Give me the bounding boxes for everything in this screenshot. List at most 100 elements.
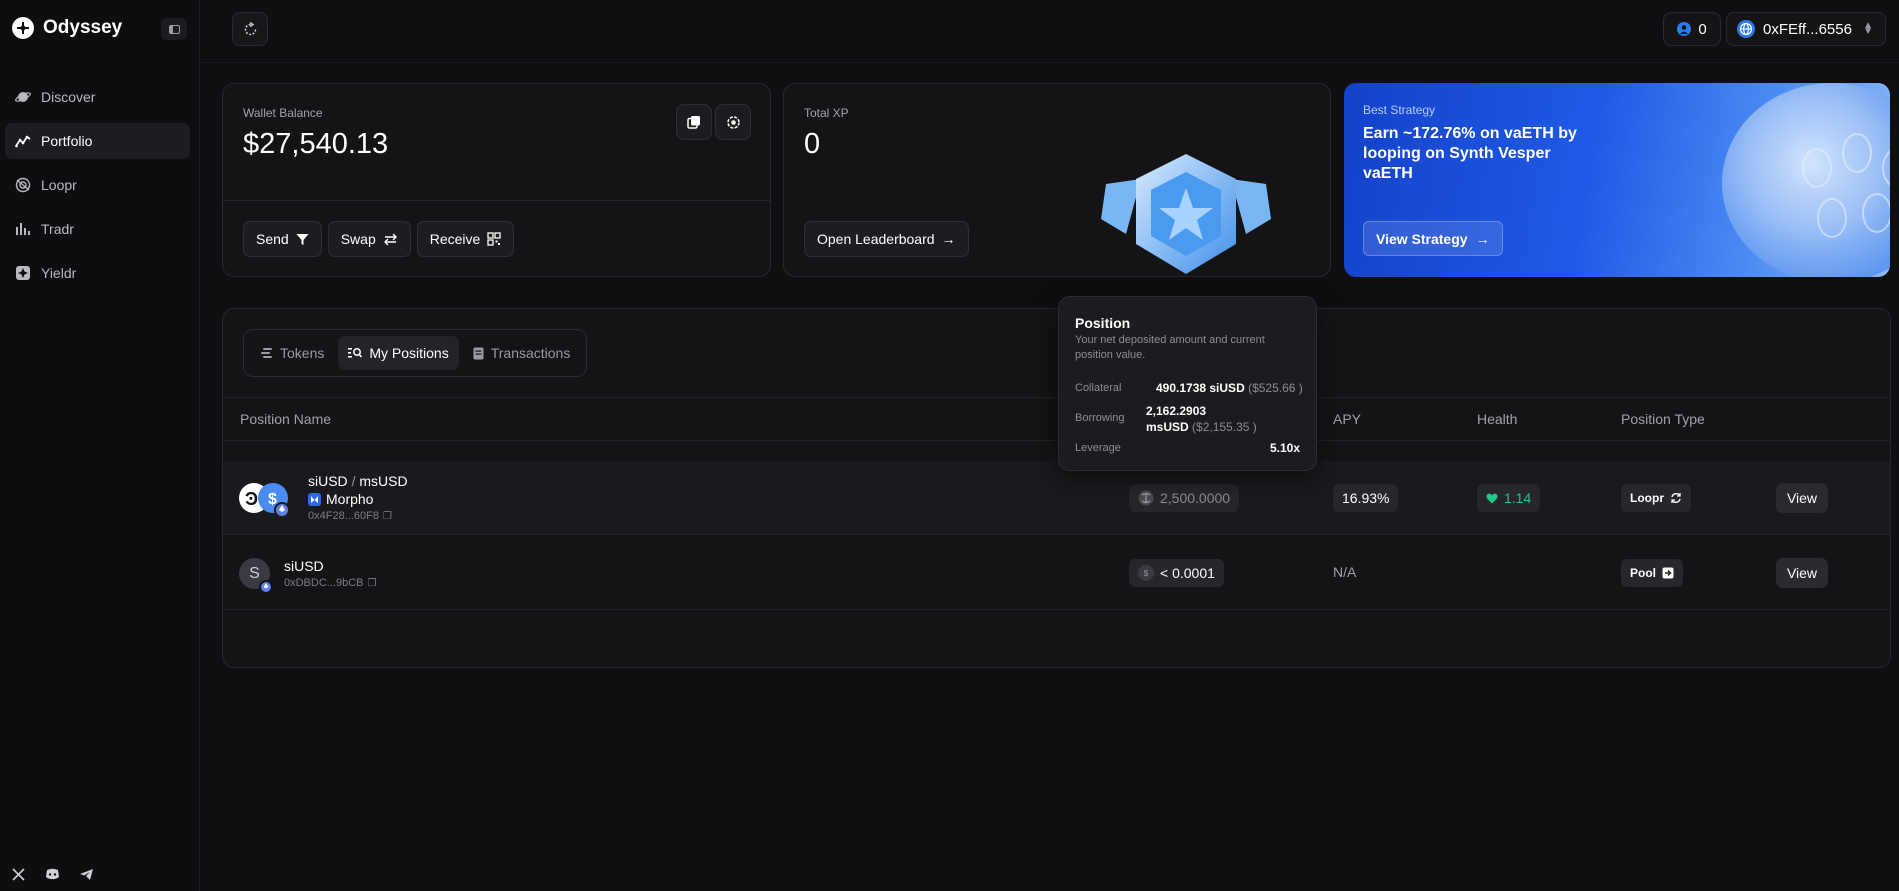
table-row[interactable]: S siUSD 0xDBDC...9bCB ❐ $ < 0.0001 N/A P… — [223, 536, 1890, 610]
collapse-sidebar-button[interactable] — [161, 18, 187, 40]
yield-icon — [14, 265, 31, 282]
position-value: 2,500.0000 — [1160, 490, 1231, 506]
swap-arrows-icon — [383, 233, 397, 245]
swap-label: Swap — [340, 231, 376, 247]
position-address[interactable]: 0x4F28...60F8 ❐ — [308, 510, 392, 522]
borrowing-label: Borrowing — [1075, 412, 1125, 424]
collateral-value: 490.1738 siUSD ($525.66 ) — [1156, 381, 1303, 395]
receive-label: Receive — [429, 231, 481, 247]
tab-my-positions[interactable]: My Positions — [338, 336, 459, 370]
col-health: Health — [1477, 411, 1518, 427]
app-name: Odyssey — [43, 17, 123, 38]
borrowing-value: 2,162.2903 msUSD ($2,155.35 ) — [1146, 403, 1257, 435]
leverage-value: 5.10x — [1269, 441, 1300, 455]
token-b-name: msUSD — [359, 473, 408, 489]
loop-arrows-icon — [1671, 492, 1681, 504]
apy-value: 16.93% — [1342, 490, 1390, 506]
protocol-label: Morpho — [308, 491, 373, 507]
view-position-button[interactable]: View — [1776, 483, 1828, 513]
svg-text:Ͽ: Ͽ — [245, 489, 258, 509]
tooltip-description: Your net deposited amount and current po… — [1075, 334, 1265, 361]
total-xp-card: Total XP 0 Open Leaderboard → — [783, 83, 1331, 277]
swap-button[interactable]: Swap — [327, 221, 411, 257]
view-strategy-label: View Strategy — [1376, 230, 1468, 247]
trend-icon — [14, 133, 31, 150]
sidebar-item-yieldr[interactable]: Yieldr — [5, 255, 190, 291]
tab-tokens[interactable]: Tokens — [250, 336, 334, 370]
copy-icon[interactable]: ❐ — [367, 578, 376, 589]
position-type-label: Loopr — [1630, 491, 1664, 505]
tab-transactions[interactable]: Transactions — [463, 336, 581, 370]
receive-button[interactable]: Receive — [416, 221, 515, 257]
total-xp-value: 0 — [804, 128, 821, 160]
wallet-button[interactable]: 0xFEff...6556 ▲ ▼ — [1726, 12, 1886, 46]
user-icon — [1677, 22, 1692, 36]
coins-icon — [261, 348, 272, 358]
refresh-button[interactable] — [232, 12, 268, 46]
tab-label: My Positions — [369, 345, 449, 361]
wallet-balance-card: Wallet Balance $27,540.13 Send Swap Rece… — [222, 83, 771, 277]
discord-icon[interactable] — [44, 866, 60, 882]
borrowing-usd: ($2,155.35 ) — [1192, 420, 1257, 434]
view-position-button[interactable]: View — [1776, 558, 1828, 588]
arrow-right-icon: → — [941, 231, 956, 247]
collateral-label: Collateral — [1075, 382, 1122, 394]
x-twitter-icon[interactable] — [10, 866, 26, 882]
globe-icon — [1737, 20, 1755, 38]
open-leaderboard-button[interactable]: Open Leaderboard → — [804, 221, 969, 257]
settings-button[interactable] — [715, 104, 751, 140]
bars-icon — [14, 221, 31, 238]
protocol-name: Morpho — [326, 491, 374, 507]
position-name: siUSD — [284, 558, 324, 574]
sidebar-nav: Discover Portfolio Loopr Tradr Yieldr — [5, 79, 190, 299]
send-funnel-icon — [296, 233, 309, 245]
position-pair-name: siUSD / msUSD — [308, 473, 408, 489]
view-label: View — [1786, 490, 1818, 506]
sidebar-item-loopr[interactable]: Loopr — [5, 167, 190, 203]
ethereum-chain-icon — [259, 580, 273, 594]
send-label: Send — [256, 231, 289, 247]
dollar-token-icon: $ — [1138, 565, 1154, 581]
table-row[interactable]: Ͽ $ siUSD / msUSD Morpho 0x4F28...60F8 ❐… — [223, 461, 1890, 535]
sidebar-item-label: Portfolio — [41, 133, 93, 149]
sidebar-item-discover[interactable]: Discover — [5, 79, 190, 115]
health-value: 1.14 — [1504, 490, 1532, 506]
position-tooltip: Position Your net deposited amount and c… — [1058, 296, 1317, 471]
xp-badge[interactable]: 0 — [1663, 12, 1721, 46]
copy-icon[interactable]: ❐ — [383, 511, 392, 522]
address-text: 0x4F28...60F8 — [308, 510, 379, 522]
arrow-right-icon: → — [1475, 230, 1490, 247]
wallet-balance-value: $27,540.13 — [243, 128, 389, 160]
sidebar-toggle-icon — [168, 24, 180, 34]
sidebar-item-label: Discover — [41, 89, 96, 105]
telegram-icon[interactable] — [78, 866, 94, 882]
send-button[interactable]: Send — [243, 221, 322, 257]
position-value: < 0.0001 — [1160, 565, 1215, 581]
positions-panel: Tokens My Positions Transactions Positio… — [222, 308, 1891, 668]
token-glyph-icon — [1138, 490, 1154, 506]
sidebar-item-tradr[interactable]: Tradr — [5, 211, 190, 247]
view-strategy-button[interactable]: View Strategy → — [1363, 221, 1503, 256]
copy-button[interactable] — [676, 104, 712, 140]
position-address[interactable]: 0xDBDC...9bCB ❐ — [284, 577, 376, 589]
morpho-logo-icon — [308, 492, 321, 506]
position-type-badge: Loopr — [1621, 484, 1691, 512]
open-leaderboard-label: Open Leaderboard — [817, 231, 935, 247]
odyssey-logo-icon — [12, 17, 34, 39]
view-label: View — [1786, 565, 1818, 581]
social-links — [10, 866, 94, 882]
sidebar-item-portfolio[interactable]: Portfolio — [5, 123, 190, 159]
pool-icon — [1662, 567, 1674, 579]
xp-badge-illustration — [1101, 154, 1271, 274]
best-strategy-card: Best Strategy Earn ~172.76% on vaETH by … — [1344, 83, 1890, 277]
col-position-type: Position Type — [1621, 411, 1705, 427]
qr-code-icon — [487, 232, 501, 246]
position-type-badge: Pool — [1621, 559, 1683, 587]
search-list-icon — [348, 348, 363, 358]
header-divider — [200, 62, 1899, 63]
app-logo[interactable]: Odyssey — [12, 17, 122, 39]
best-strategy-title: Earn ~172.76% on vaETH by looping on Syn… — [1363, 125, 1577, 182]
collateral-amount: 490.1738 siUSD — [1156, 381, 1245, 395]
pair-separator: / — [351, 473, 356, 489]
token-a-name: siUSD — [308, 473, 348, 489]
